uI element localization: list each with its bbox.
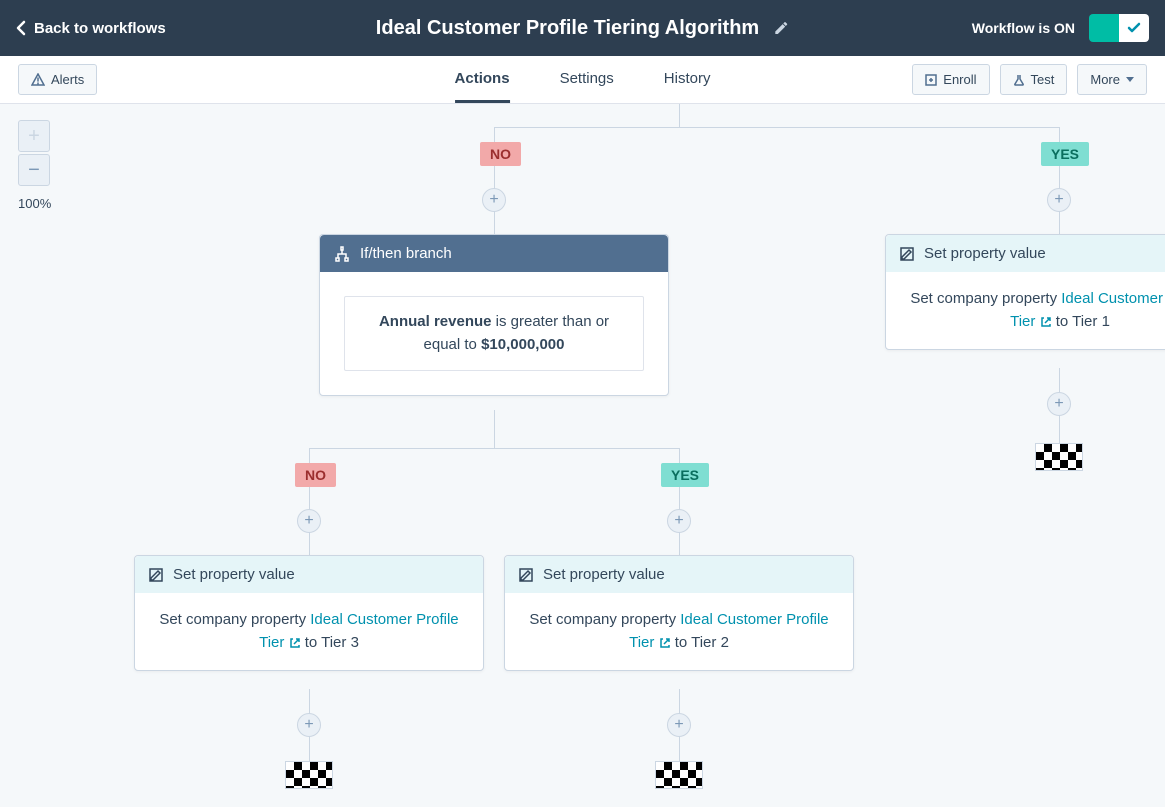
- card-title: If/then branch: [360, 245, 452, 262]
- external-icon: [659, 637, 671, 649]
- condition-box: Annual revenue is greater than or equal …: [344, 296, 644, 371]
- pre-text: Set company property: [159, 611, 310, 628]
- more-label: More: [1090, 72, 1120, 87]
- branch-icon: [334, 246, 350, 262]
- post-text: to Tier 1: [1052, 313, 1110, 330]
- alerts-button[interactable]: Alerts: [18, 64, 97, 95]
- zoom-controls: + − 100%: [18, 120, 51, 211]
- warning-icon: [31, 73, 45, 87]
- card-title: Set property value: [543, 566, 665, 583]
- add-action-button[interactable]: +: [482, 188, 506, 212]
- zoom-in-button[interactable]: +: [18, 120, 50, 152]
- back-to-workflows[interactable]: Back to workflows: [16, 20, 166, 37]
- branch-no-label: NO: [480, 142, 521, 166]
- card-body: Set company property Ideal Customer Prof…: [886, 272, 1165, 349]
- enroll-button[interactable]: Enroll: [912, 64, 989, 95]
- topbar: Back to workflows Ideal Customer Profile…: [0, 0, 1165, 56]
- card-body: Set company property Ideal Customer Prof…: [135, 593, 483, 670]
- workflow-toggle[interactable]: [1089, 14, 1149, 42]
- add-action-button[interactable]: +: [667, 713, 691, 737]
- alerts-label: Alerts: [51, 72, 84, 87]
- post-text: to Tier 3: [301, 634, 359, 651]
- zoom-out-button[interactable]: −: [18, 154, 50, 186]
- workflow-title: Ideal Customer Profile Tiering Algorithm: [376, 17, 759, 40]
- connector: [679, 104, 680, 127]
- add-action-button[interactable]: +: [1047, 188, 1071, 212]
- tab-actions[interactable]: Actions: [455, 56, 510, 103]
- set-tier3-card[interactable]: Set property value Set company property …: [134, 555, 484, 671]
- add-action-button[interactable]: +: [297, 713, 321, 737]
- post-text: to Tier 2: [671, 634, 729, 651]
- enroll-icon: [925, 74, 937, 86]
- card-header: Set property value: [886, 235, 1165, 272]
- check-icon: [1127, 21, 1141, 35]
- add-action-button[interactable]: +: [1047, 392, 1071, 416]
- back-label: Back to workflows: [34, 20, 166, 37]
- card-title: Set property value: [924, 245, 1046, 262]
- card-title: Set property value: [173, 566, 295, 583]
- add-action-button[interactable]: +: [667, 509, 691, 533]
- external-icon: [289, 637, 301, 649]
- finish-flag: [655, 761, 703, 789]
- tab-history[interactable]: History: [664, 56, 711, 103]
- enroll-label: Enroll: [943, 72, 976, 87]
- tabs: Actions Settings History: [455, 56, 711, 103]
- condition-prop: Annual revenue: [379, 313, 492, 330]
- connector: [494, 127, 1060, 128]
- card-header: Set property value: [505, 556, 853, 593]
- more-button[interactable]: More: [1077, 64, 1147, 95]
- edit-icon: [900, 247, 914, 261]
- zoom-level: 100%: [18, 196, 51, 211]
- card-header: If/then branch: [320, 235, 668, 272]
- edit-icon: [519, 568, 533, 582]
- right-controls: Workflow is ON: [972, 14, 1149, 42]
- card-body: Annual revenue is greater than or equal …: [320, 272, 668, 395]
- subbar: Alerts Actions Settings History Enroll T…: [0, 56, 1165, 104]
- branch-yes-label: YES: [661, 463, 709, 487]
- card-body: Set company property Ideal Customer Prof…: [505, 593, 853, 670]
- workflow-status: Workflow is ON: [972, 20, 1075, 36]
- edit-icon: [149, 568, 163, 582]
- caret-down-icon: [1126, 77, 1134, 83]
- set-tier1-card[interactable]: Set property value Set company property …: [885, 234, 1165, 350]
- add-action-button[interactable]: +: [297, 509, 321, 533]
- test-button[interactable]: Test: [1000, 64, 1068, 95]
- set-tier2-card[interactable]: Set property value Set company property …: [504, 555, 854, 671]
- branch-yes-label: YES: [1041, 142, 1089, 166]
- tab-settings[interactable]: Settings: [560, 56, 614, 103]
- connector: [494, 410, 495, 448]
- finish-flag: [1035, 443, 1083, 471]
- flask-icon: [1013, 74, 1025, 86]
- card-header: Set property value: [135, 556, 483, 593]
- test-label: Test: [1031, 72, 1055, 87]
- finish-flag: [285, 761, 333, 789]
- if-then-branch-card[interactable]: If/then branch Annual revenue is greater…: [319, 234, 669, 396]
- condition-val: $10,000,000: [481, 336, 564, 353]
- toggle-on-side: [1089, 14, 1119, 42]
- sub-right: Enroll Test More: [912, 64, 1147, 95]
- external-icon: [1040, 316, 1052, 328]
- title-wrap: Ideal Customer Profile Tiering Algorithm: [376, 17, 789, 40]
- connector: [309, 448, 680, 449]
- pre-text: Set company property: [529, 611, 680, 628]
- pencil-icon[interactable]: [773, 20, 789, 36]
- pre-text: Set company property: [910, 290, 1061, 307]
- chevron-left-icon: [16, 20, 26, 36]
- branch-no-label: NO: [295, 463, 336, 487]
- canvas: NO YES + + If/then branch Annual revenue…: [0, 104, 1165, 807]
- toggle-off-side: [1119, 14, 1149, 42]
